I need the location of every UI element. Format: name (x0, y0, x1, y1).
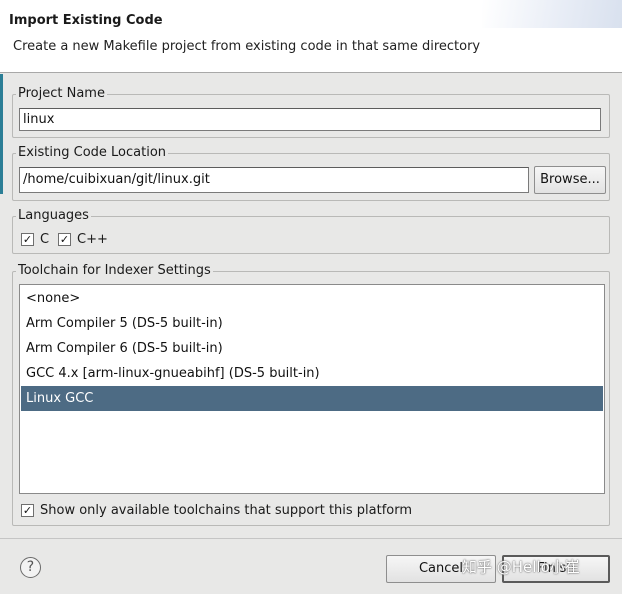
help-icon[interactable]: ? (20, 557, 41, 578)
toolchain-item-gcc-4x-arm[interactable]: GCC 4.x [arm-linux-gnueabihf] (DS-5 buil… (21, 361, 603, 386)
toolchain-list[interactable]: <none> Arm Compiler 5 (DS-5 built-in) Ar… (19, 284, 605, 494)
background-window-edge (0, 74, 3, 194)
project-name-label: Project Name (16, 86, 107, 102)
toolchain-item-none[interactable]: <none> (21, 286, 603, 311)
wizard-description: Create a new Makefile project from exist… (13, 39, 481, 54)
finish-button[interactable]: Finish (502, 555, 610, 583)
show-only-available-checkbox[interactable]: ✓ (21, 504, 34, 517)
toolchain-label: Toolchain for Indexer Settings (16, 263, 213, 279)
code-location-label: Existing Code Location (16, 145, 169, 161)
code-location-input[interactable]: /home/cuibixuan/git/linux.git (19, 167, 529, 193)
project-name-input[interactable]: linux (19, 108, 601, 131)
toolchain-item-linux-gcc[interactable]: Linux GCC (21, 386, 603, 411)
wizard-title: Import Existing Code (9, 13, 163, 28)
footer-separator (0, 538, 622, 539)
language-c-label: C (40, 232, 50, 247)
toolchain-item-arm-compiler-6[interactable]: Arm Compiler 6 (DS-5 built-in) (21, 336, 603, 361)
languages-label: Languages (16, 208, 91, 224)
language-cpp-label: C++ (77, 232, 108, 247)
browse-button[interactable]: Browse... (534, 166, 606, 194)
cancel-button[interactable]: Cancel (386, 555, 496, 583)
show-only-available-label: Show only available toolchains that supp… (40, 503, 413, 518)
language-cpp-checkbox[interactable]: ✓ (58, 233, 71, 246)
wizard-header: Import Existing Code Create a new Makefi… (0, 0, 622, 73)
language-c-checkbox[interactable]: ✓ (21, 233, 34, 246)
toolchain-item-arm-compiler-5[interactable]: Arm Compiler 5 (DS-5 built-in) (21, 311, 603, 336)
